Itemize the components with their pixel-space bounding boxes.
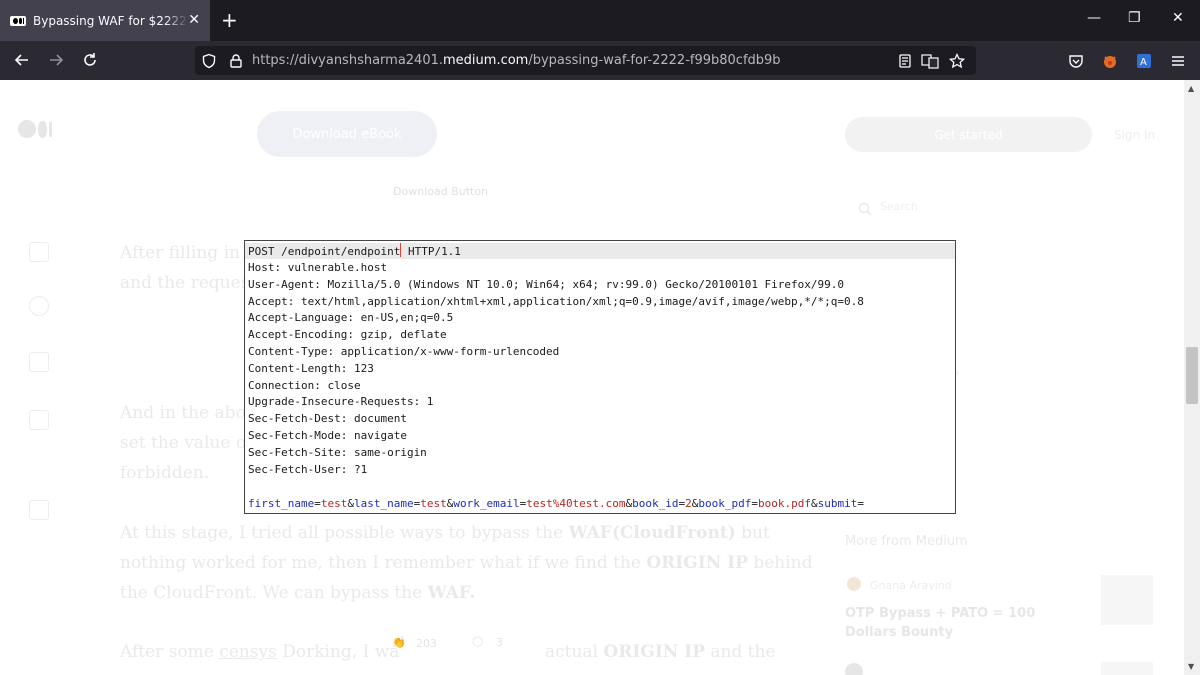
lists-icon[interactable] [29, 352, 49, 372]
menu-icon[interactable] [1168, 51, 1188, 71]
request-header-line: Upgrade-Insecure-Requests: 1 [248, 395, 434, 409]
search-input[interactable]: Search [880, 200, 918, 213]
param-key: book_pdf [698, 497, 752, 510]
story-thumbnail[interactable] [1101, 575, 1153, 625]
request-header-line: Accept: text/html,application/xhtml+xml,… [248, 294, 864, 308]
request-header-line: Sec-Fetch-Mode: navigate [248, 429, 407, 442]
svg-text:A: A [1140, 57, 1147, 68]
extension-translator-icon[interactable]: A [1134, 51, 1154, 71]
http-request-panel: POST /endpoint/endpoint HTTP/1.1 Host: v… [244, 240, 956, 514]
scroll-up-icon[interactable]: ▲ [1188, 84, 1194, 93]
paragraph-line: actual ORIGIN IP and the [545, 642, 776, 662]
comment-count: 3 [496, 636, 503, 649]
home-icon[interactable] [29, 242, 49, 262]
scrollbar-thumb[interactable] [1186, 347, 1198, 404]
paragraph-line: At this stage, I tried all possible ways… [120, 523, 770, 543]
request-header-line: User-Agent: Mozilla/5.0 (Windows NT 10.0… [248, 277, 845, 291]
param-key: first_name [248, 497, 315, 510]
download-ebook-button[interactable]: Download eBook [257, 111, 437, 157]
avatar[interactable] [847, 577, 861, 591]
more-from-medium-title: More from Medium [845, 534, 968, 549]
censys-link[interactable]: censys [219, 642, 277, 662]
request-line: POST /endpoint/endpoint HTTP/1.1 [245, 243, 955, 259]
url-text[interactable]: https://divyanshsharma2401.medium.com/by… [252, 53, 781, 68]
request-header-line: Connection: close [248, 378, 361, 392]
extension-fox-icon[interactable] [1100, 51, 1120, 71]
param-value: test%40test.com [526, 497, 626, 510]
story-thumbnail[interactable] [1101, 662, 1153, 675]
bookmark-star-icon[interactable] [947, 51, 967, 71]
paragraph-line: nothing worked for me, then I remember w… [120, 553, 813, 573]
reload-icon[interactable] [80, 50, 100, 70]
search-icon[interactable] [858, 201, 872, 220]
request-body: first_name=test&last_name=test&work_emai… [248, 497, 864, 510]
clap-icon[interactable]: 👏 [392, 636, 406, 649]
get-started-button[interactable]: Get started [845, 117, 1092, 152]
browser-tab[interactable]: Bypassing WAF for $2222. I know ✕ [0, 0, 210, 41]
reader-view-icon[interactable] [895, 51, 915, 71]
paragraph-line: forbidden. [120, 463, 210, 483]
new-tab-icon[interactable]: + [221, 8, 238, 32]
param-value: test [420, 497, 447, 510]
request-header-line: Accept-Encoding: gzip, deflate [248, 328, 447, 342]
paragraph-line: and the reques [120, 273, 250, 293]
paragraph-line: After some censys Dorking, I wa [120, 642, 400, 662]
tab-title: Bypassing WAF for $2222. I know [33, 13, 188, 28]
paragraph-line: set the value o [120, 433, 247, 453]
scroll-down-icon[interactable]: ▼ [1188, 662, 1194, 671]
medium-logo-icon[interactable] [18, 120, 52, 138]
restore-icon[interactable]: ❐ [1128, 10, 1141, 26]
back-icon[interactable] [12, 50, 32, 70]
stories-icon[interactable] [29, 410, 49, 430]
request-header-line: Sec-Fetch-Site: same-origin [248, 445, 427, 459]
shield-icon[interactable] [199, 51, 219, 71]
param-key: book_id [632, 497, 679, 510]
param-key: work_email [453, 497, 520, 510]
paragraph-line: After filling in [120, 243, 240, 263]
author-name[interactable]: Gnana Aravind [870, 579, 952, 592]
request-header-line: Content-Type: application/x-www-form-url… [248, 345, 560, 358]
param-value: book.pdf [758, 497, 811, 510]
notifications-icon[interactable] [29, 296, 49, 316]
request-header-line: Sec-Fetch-User: ?1 [248, 462, 368, 476]
clap-count: 203 [416, 637, 437, 650]
story-title[interactable]: OTP Bypass + PATO = 100 Dollars Bounty [845, 604, 1085, 642]
avatar[interactable] [845, 663, 863, 675]
request-header-line: Sec-Fetch-Dest: document [248, 412, 407, 426]
paragraph-line: the CloudFront. We can bypass the WAF. [120, 583, 476, 603]
translate-icon[interactable] [920, 51, 940, 71]
tab-bar: Bypassing WAF for $2222. I know ✕ + — ❐ … [0, 0, 1200, 41]
download-caption: Download Button [393, 185, 489, 198]
paragraph-line: And in the abo [120, 403, 246, 423]
medium-favicon-icon [10, 15, 26, 26]
comment-icon[interactable]: ○ [472, 634, 483, 649]
request-header-line: Content-Length: 123 [248, 361, 374, 375]
minimize-icon[interactable]: — [1087, 10, 1101, 26]
pocket-icon[interactable] [1066, 51, 1086, 71]
request-header-line: Host: vulnerable.host [248, 261, 388, 274]
close-window-icon[interactable]: ✕ [1172, 10, 1184, 26]
request-header-line: Accept-Language: en-US,en;q=0.5 [248, 311, 454, 325]
param-value: 2 [685, 497, 692, 510]
close-tab-icon[interactable]: ✕ [188, 12, 200, 28]
param-value: test [320, 497, 348, 510]
lock-icon[interactable] [226, 51, 246, 71]
write-icon[interactable] [29, 500, 49, 520]
param-key: submit [817, 497, 858, 510]
sign-in-link[interactable]: Sign In [1114, 128, 1155, 142]
forward-icon[interactable] [46, 50, 66, 70]
param-key: last_name [353, 497, 414, 510]
